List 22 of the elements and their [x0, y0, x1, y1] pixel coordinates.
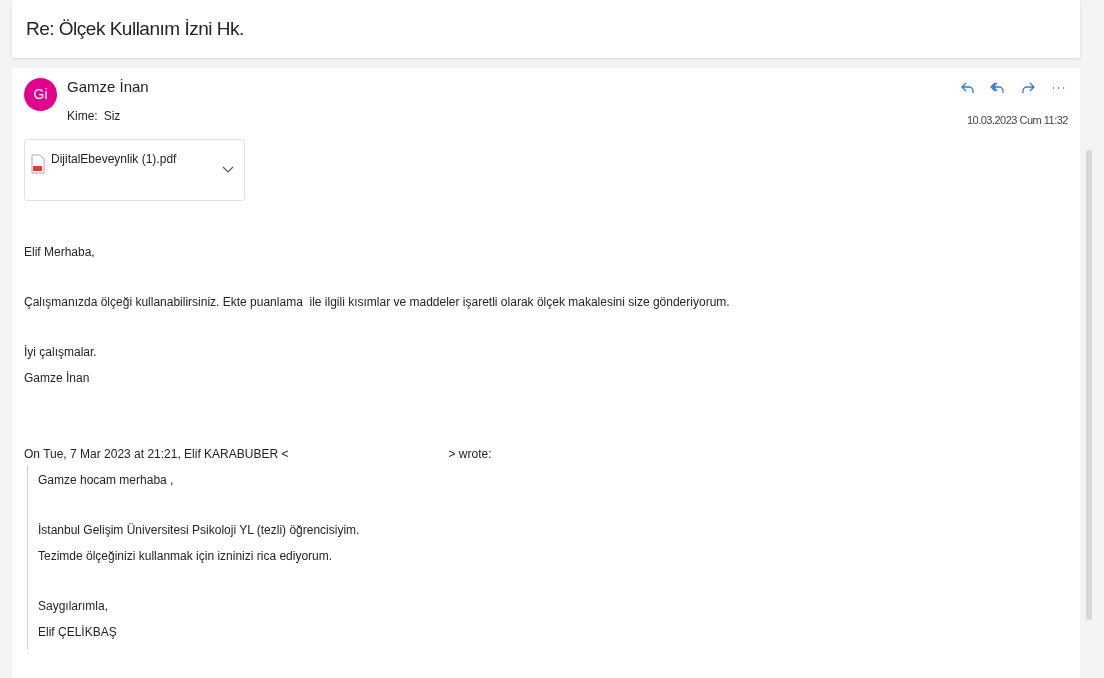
- body-text: Tezimde ölçeğinizi kullanmak için izninizi rica ediyorum.: [38, 547, 334, 565]
- body-text: Gamze İnan: [24, 369, 91, 387]
- body-text: Çalışmanızda ölçeği kullanabilirsiniz. Ekte puanlama ile ilgili kısımlar ve maddeler işaretli olarak ölçek makalesini size gönderiyorum.: [24, 293, 731, 311]
- pdf-file-icon: [31, 153, 45, 174]
- recipient: Siz: [103, 107, 121, 125]
- scrollbar[interactable]: [1086, 150, 1092, 620]
- body-text: İyi çalışmalar.: [24, 343, 98, 361]
- quote-header: On Tue, 7 Mar 2023 at 21:21, Elif KARABUBER <: [24, 445, 289, 463]
- message-date: 10.03.2023 Cum 11:32: [966, 113, 1068, 128]
- attachment-name: DijitalEbeveynlik (1).pdf: [51, 150, 177, 168]
- body-text: Elif ÇELİKBAŞ: [38, 623, 118, 641]
- sender-name: Gamze İnan: [67, 77, 149, 97]
- body-text: İstanbul Gelişim Üniversitesi Psikoloji YL (tezli) öğrencisiyim.: [38, 521, 361, 539]
- avatar: Gi: [24, 78, 57, 111]
- attachment-card[interactable]: DijitalEbeveynlik (1).pdf: [24, 138, 245, 201]
- body-text: Saygılarımla,: [38, 597, 110, 615]
- to-label: Kime:: [67, 107, 98, 125]
- subject-title: Re: Ölçek Kullanım İzni Hk.: [26, 16, 244, 41]
- chevron-down-icon: [222, 165, 234, 174]
- body-text: Gamze hocam merhaba ,: [38, 471, 175, 489]
- quote-header-end: > wrote:: [448, 445, 492, 463]
- body-text: Elif Merhaba,: [24, 243, 96, 261]
